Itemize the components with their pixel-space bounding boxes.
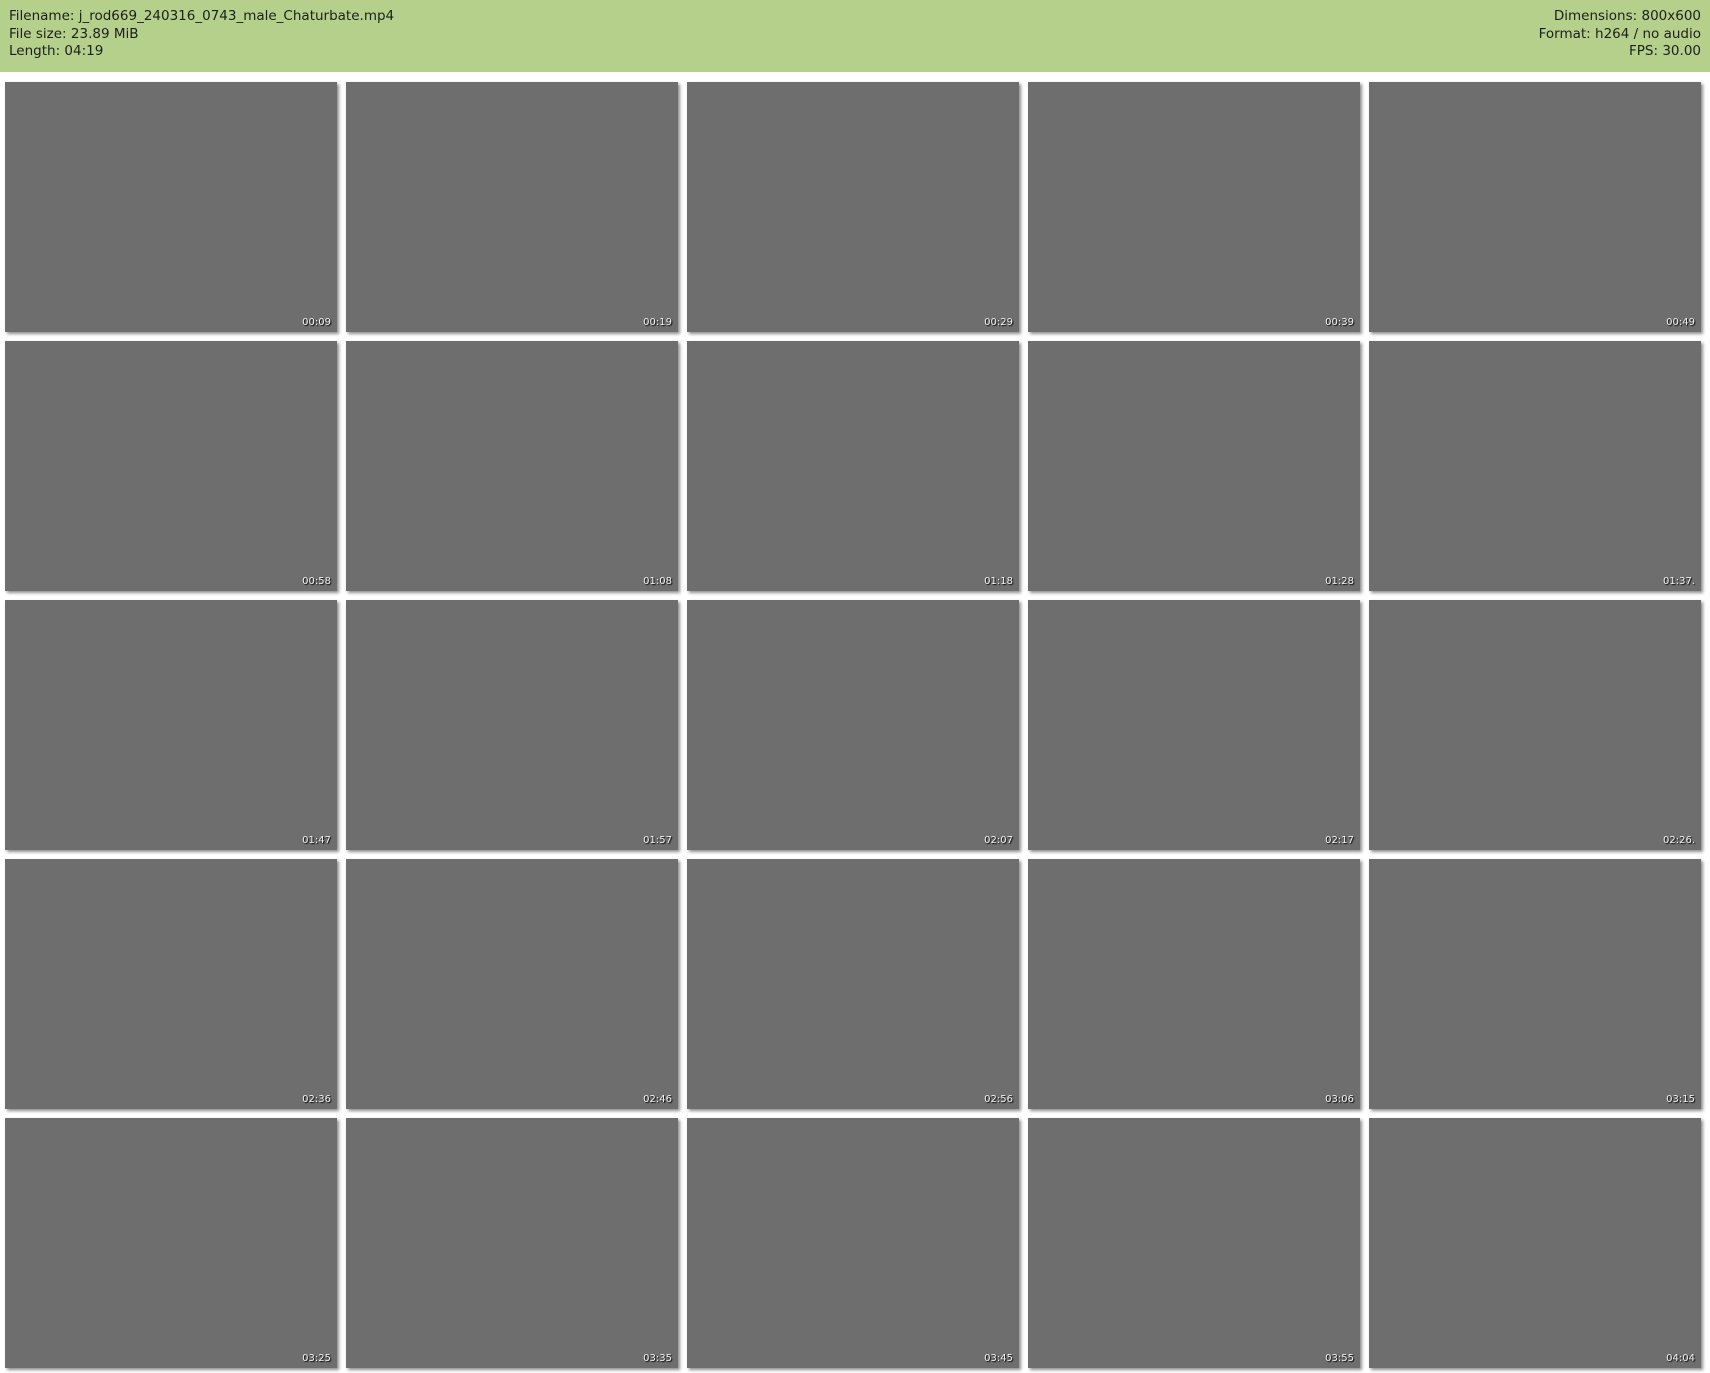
frame-thumbnail: 00:19 xyxy=(346,82,678,332)
dimensions-text: Dimensions: 800x600 xyxy=(1553,8,1701,24)
thumbnail-grid: 00:09 00:19 00:29 00:39 00:49 00:58 01:08 01:18… xyxy=(5,82,1701,1368)
frame-thumbnail: 01:28 xyxy=(1028,341,1360,591)
filesize-text: File size: 23.89 MiB xyxy=(9,25,139,42)
format-text: Format: h264 / no audio xyxy=(1538,25,1701,42)
video-meta: Dimensions: 800x600 Format: h264 / no au… xyxy=(1539,8,1701,64)
frame-thumbnail: 01:57 xyxy=(346,600,678,850)
frame-thumbnail: 02:36 xyxy=(5,859,337,1109)
frame-timestamp: 00:58 xyxy=(302,576,331,587)
frame-thumbnail: 00:09 xyxy=(5,82,337,332)
frame-thumbnail: 03:55 xyxy=(1028,1118,1360,1368)
frame-timestamp: 03:15 xyxy=(1666,1094,1695,1105)
frame-timestamp: 00:39 xyxy=(1325,317,1354,328)
frame-thumbnail: 00:39 xyxy=(1028,82,1360,332)
file-meta: Filename: j_rod669_240316_0743_male_Chat… xyxy=(9,8,394,64)
frame-timestamp: 01:08 xyxy=(643,576,672,587)
frame-timestamp: 04:04 xyxy=(1666,1353,1695,1364)
filename-text: Filename: j_rod669_240316_0743_male_Chat… xyxy=(9,8,395,24)
frame-thumbnail: 03:45 xyxy=(687,1118,1019,1368)
frame-thumbnail: 01:47 xyxy=(5,600,337,850)
length-text: Length: 04:19 xyxy=(9,43,104,59)
frame-timestamp: 02:36 xyxy=(302,1094,331,1105)
frame-timestamp: 03:06 xyxy=(1325,1094,1354,1105)
frame-timestamp: 02:17 xyxy=(1325,835,1354,846)
frame-thumbnail: 00:49 xyxy=(1369,82,1701,332)
frame-timestamp: 00:29 xyxy=(984,317,1013,328)
frame-thumbnail: 01:18 xyxy=(687,341,1019,591)
frame-timestamp: 02:26. xyxy=(1663,835,1695,846)
frame-thumbnail: 01:08 xyxy=(346,341,678,591)
frame-timestamp: 03:55 xyxy=(1325,1353,1354,1364)
frame-thumbnail: 03:06 xyxy=(1028,859,1360,1109)
frame-thumbnail: 01:37. xyxy=(1369,341,1701,591)
frame-timestamp: 02:46 xyxy=(643,1094,672,1105)
frame-thumbnail: 00:29 xyxy=(687,82,1019,332)
frame-timestamp: 03:35 xyxy=(643,1353,672,1364)
frame-timestamp: 00:09 xyxy=(302,317,331,328)
frame-thumbnail: 02:26. xyxy=(1369,600,1701,850)
frame-thumbnail: 00:58 xyxy=(5,341,337,591)
frame-timestamp: 02:56 xyxy=(984,1094,1013,1105)
frame-timestamp: 02:07 xyxy=(984,835,1013,846)
frame-timestamp: 00:49 xyxy=(1666,317,1695,328)
frame-thumbnail: 03:15 xyxy=(1369,859,1701,1109)
frame-thumbnail: 03:25 xyxy=(5,1118,337,1368)
frame-timestamp: 01:18 xyxy=(984,576,1013,587)
frame-timestamp: 00:19 xyxy=(643,317,672,328)
frame-timestamp: 01:57 xyxy=(643,835,672,846)
frame-timestamp: 01:37. xyxy=(1663,576,1695,587)
info-header: Filename: j_rod669_240316_0743_male_Chat… xyxy=(0,0,1710,72)
frame-timestamp: 03:25 xyxy=(302,1353,331,1364)
frame-timestamp: 01:47 xyxy=(302,835,331,846)
fps-text: FPS: 30.00 xyxy=(1629,43,1701,59)
frame-thumbnail: 02:46 xyxy=(346,859,678,1109)
frame-timestamp: 01:28 xyxy=(1325,576,1354,587)
frame-timestamp: 03:45 xyxy=(984,1353,1013,1364)
frame-thumbnail: 02:56 xyxy=(687,859,1019,1109)
frame-thumbnail: 03:35 xyxy=(346,1118,678,1368)
frame-thumbnail: 04:04 xyxy=(1369,1118,1701,1368)
frame-thumbnail: 02:17 xyxy=(1028,600,1360,850)
frame-thumbnail: 02:07 xyxy=(687,600,1019,850)
